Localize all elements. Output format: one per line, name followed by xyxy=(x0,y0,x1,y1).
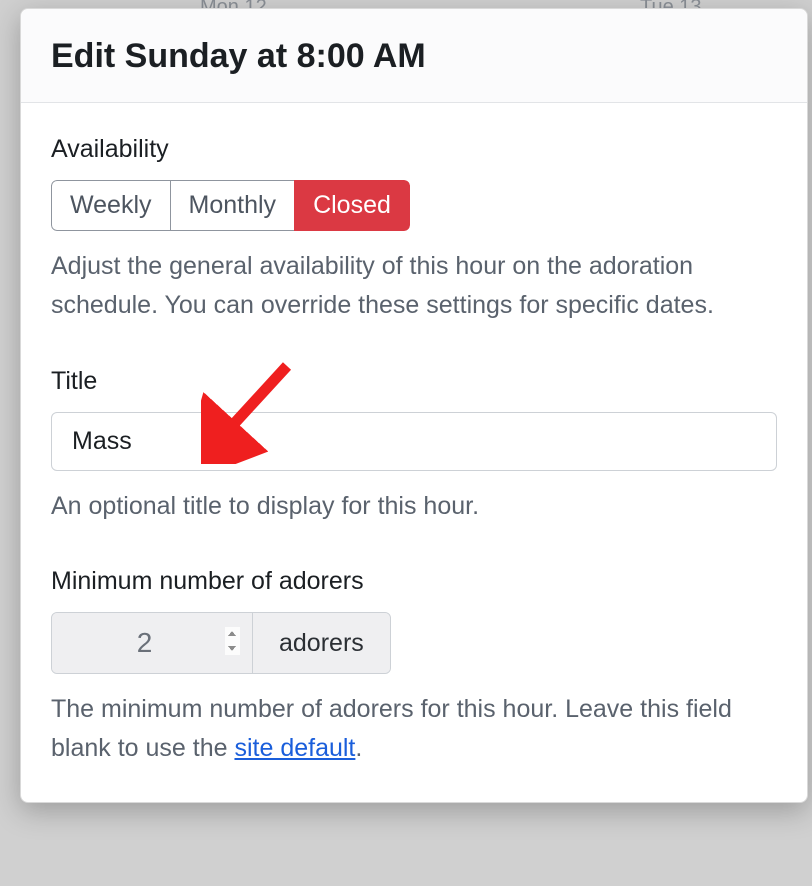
availability-label: Availability xyxy=(51,135,777,164)
title-label: Title xyxy=(51,367,777,396)
availability-weekly-button[interactable]: Weekly xyxy=(51,180,171,231)
title-help-text: An optional title to display for this ho… xyxy=(51,487,777,526)
availability-toggle-group: Weekly Monthly Closed xyxy=(51,180,410,231)
availability-section: Availability Weekly Monthly Closed Adjus… xyxy=(51,135,777,325)
site-default-link[interactable]: site default xyxy=(234,734,355,762)
min-adorers-input-group: adorers xyxy=(51,612,391,674)
title-input[interactable] xyxy=(51,412,777,471)
availability-monthly-button[interactable]: Monthly xyxy=(170,180,296,231)
modal-body: Availability Weekly Monthly Closed Adjus… xyxy=(21,103,807,802)
min-adorers-section: Minimum number of adorers adorers The mi… xyxy=(51,567,777,768)
availability-closed-button[interactable]: Closed xyxy=(294,180,410,231)
min-adorers-label: Minimum number of adorers xyxy=(51,567,777,596)
title-section: Title An optional title to display for t… xyxy=(51,367,777,526)
min-adorers-help-text: The minimum number of adorers for this h… xyxy=(51,690,777,768)
edit-hour-modal: Edit Sunday at 8:00 AM Availability Week… xyxy=(20,8,808,803)
min-adorers-help-after: . xyxy=(355,734,362,762)
modal-title: Edit Sunday at 8:00 AM xyxy=(51,37,777,76)
modal-header: Edit Sunday at 8:00 AM xyxy=(21,9,807,103)
availability-help-text: Adjust the general availability of this … xyxy=(51,247,777,325)
min-adorers-help-before: The minimum number of adorers for this h… xyxy=(51,695,732,762)
min-adorers-input[interactable] xyxy=(52,613,252,673)
min-adorers-addon: adorers xyxy=(252,613,390,673)
